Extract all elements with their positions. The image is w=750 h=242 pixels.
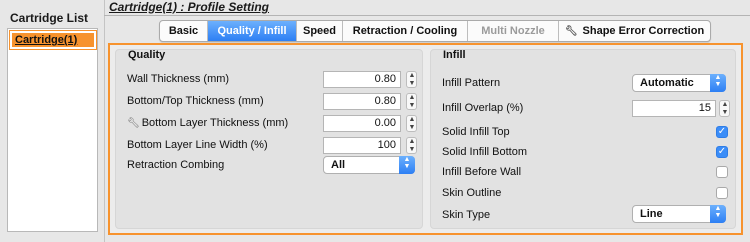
tab-shape-error-correction[interactable]: 🔧︎ Shape Error Correction (559, 21, 710, 41)
bottom-layer-line-width-stepper[interactable]: ▲ ▼ (406, 137, 417, 154)
stepper-down-icon[interactable]: ▼ (408, 102, 416, 109)
quality-group: Quality Wall Thickness (mm) 0.80 ▲ ▼ Bott… (115, 49, 423, 229)
wrench-icon: 🔧︎ (127, 118, 140, 129)
tab-speed[interactable]: Speed (297, 21, 343, 41)
cartridge-list-title: Cartridge List (10, 11, 89, 25)
skin-outline-label: Skin Outline (442, 187, 502, 199)
wall-thickness-stepper[interactable]: ▲ ▼ (406, 71, 417, 88)
cartridge-list-item[interactable]: Cartridge(1) (9, 30, 97, 50)
tab-label: Speed (302, 25, 336, 37)
bottom-top-thickness-stepper[interactable]: ▲ ▼ (406, 93, 417, 110)
stepper-down-icon[interactable]: ▼ (408, 146, 416, 153)
infill-before-wall-checkbox[interactable] (716, 166, 728, 178)
infill-overlap-stepper[interactable]: ▲ ▼ (719, 100, 730, 117)
checkmark-icon: ✓ (717, 146, 727, 157)
infill-group: Infill Infill Pattern Automatic ▲ ▼ Infil… (430, 49, 736, 229)
infill-pattern-value: Automatic (640, 77, 694, 89)
bottom-top-thickness-field[interactable]: 0.80 (323, 93, 401, 110)
stepper-up-icon[interactable]: ▲ (721, 101, 729, 108)
updown-chevron-icon: ▲ ▼ (710, 74, 726, 92)
infill-overlap-label: Infill Overlap (%) (442, 102, 524, 114)
solid-infill-bottom-checkbox[interactable]: ✓ (716, 146, 728, 158)
stepper-up-icon[interactable]: ▲ (408, 138, 416, 145)
tab-label: Retraction / Cooling (352, 25, 458, 37)
panel-divider (104, 0, 105, 242)
bottom-layer-line-width-label: Bottom Layer Line Width (%) (127, 139, 268, 151)
solid-infill-top-checkbox[interactable]: ✓ (716, 126, 728, 138)
solid-infill-top-label: Solid Infill Top (442, 126, 510, 138)
tab-retraction-cooling[interactable]: Retraction / Cooling (343, 21, 468, 41)
tab-label: Multi Nozzle (481, 25, 545, 37)
skin-outline-checkbox[interactable] (716, 187, 728, 199)
checkmark-icon: ✓ (717, 126, 727, 137)
bottom-layer-thickness-row: 🔧︎ Bottom Layer Thickness (mm) (127, 117, 288, 129)
stepper-down-icon[interactable]: ▼ (408, 124, 416, 131)
infill-before-wall-label: Infill Before Wall (442, 166, 522, 178)
tab-label: Basic (168, 25, 199, 37)
retraction-combing-value: All (331, 159, 346, 171)
bottom-layer-thickness-stepper[interactable]: ▲ ▼ (406, 115, 417, 132)
solid-infill-bottom-label: Solid Infill Bottom (442, 146, 527, 158)
tab-label: Quality / Infill (217, 25, 287, 37)
tab-label: Shape Error Correction (582, 25, 705, 37)
wrench-icon: 🔧︎ (564, 26, 578, 37)
settings-panel: Quality Wall Thickness (mm) 0.80 ▲ ▼ Bott… (108, 43, 743, 235)
tab-basic[interactable]: Basic (160, 21, 208, 41)
bottom-layer-thickness-field[interactable]: 0.00 (323, 115, 401, 132)
wall-thickness-field[interactable]: 0.80 (323, 71, 401, 88)
bottom-layer-line-width-field[interactable]: 100 (323, 137, 401, 154)
stepper-down-icon[interactable]: ▼ (721, 109, 729, 116)
skin-type-label: Skin Type (442, 209, 491, 221)
retraction-combing-select[interactable]: All ▲ ▼ (323, 156, 415, 174)
wall-thickness-label: Wall Thickness (mm) (127, 73, 230, 85)
header-divider (104, 15, 750, 16)
page-title: Cartridge(1) : Profile Setting (109, 0, 270, 14)
infill-pattern-select[interactable]: Automatic ▲ ▼ (632, 74, 726, 92)
stepper-up-icon[interactable]: ▲ (408, 94, 416, 101)
cartridge-list[interactable]: Cartridge(1) (7, 28, 98, 232)
updown-chevron-icon: ▲ ▼ (399, 156, 415, 174)
bottom-layer-thickness-label: Bottom Layer Thickness (mm) (141, 117, 289, 129)
stepper-up-icon[interactable]: ▲ (408, 116, 416, 123)
infill-overlap-field[interactable]: 15 (632, 100, 716, 117)
retraction-combing-label: Retraction Combing (127, 159, 225, 171)
skin-type-value: Line (640, 208, 663, 220)
tab-multi-nozzle[interactable]: Multi Nozzle (468, 21, 559, 41)
tab-bar: Basic Quality / Infill Speed Retraction … (159, 20, 711, 42)
bottom-top-thickness-label: Bottom/Top Thickness (mm) (127, 95, 264, 107)
stepper-down-icon[interactable]: ▼ (408, 80, 416, 87)
quality-group-title: Quality (128, 49, 166, 61)
stepper-up-icon[interactable]: ▲ (408, 72, 416, 79)
tab-quality-infill[interactable]: Quality / Infill (208, 21, 297, 41)
skin-type-select[interactable]: Line ▲ ▼ (632, 205, 726, 223)
infill-group-title: Infill (443, 49, 466, 61)
updown-chevron-icon: ▲ ▼ (710, 205, 726, 223)
infill-pattern-label: Infill Pattern (442, 77, 501, 89)
